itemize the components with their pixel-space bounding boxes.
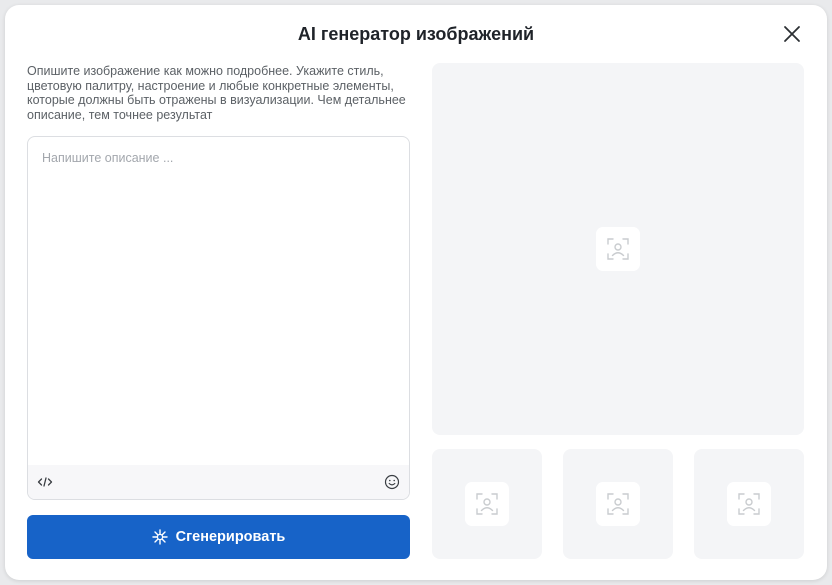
image-placeholder (465, 482, 509, 526)
emoji-button[interactable] (384, 474, 400, 490)
sparkle-icon (151, 529, 168, 545)
image-placeholder (727, 482, 771, 526)
dialog-title: AI генератор изображений (297, 24, 535, 44)
thumbnail-preview[interactable] (694, 449, 804, 559)
image-placeholder (596, 482, 640, 526)
prompt-instructions: Опишите изображение как можно подробнее.… (27, 64, 406, 122)
code-button[interactable] (37, 475, 53, 489)
code-icon (37, 477, 53, 487)
image-placeholder-icon (607, 238, 629, 260)
prompt-toolbar (28, 465, 409, 499)
emoji-icon (384, 474, 400, 490)
prompt-editor (27, 136, 410, 500)
image-placeholder (596, 227, 640, 271)
image-placeholder-icon (607, 493, 629, 515)
close-icon (784, 26, 800, 42)
image-placeholder-icon (476, 493, 498, 515)
thumbnail-preview[interactable] (432, 449, 542, 559)
image-placeholder-icon (738, 493, 760, 515)
generate-button-label: Сгенерировать (175, 529, 286, 545)
thumbnail-preview[interactable] (563, 449, 673, 559)
main-image-preview (432, 63, 804, 435)
generate-button[interactable]: Сгенерировать (27, 515, 410, 559)
ai-image-generator-dialog: AI генератор изображений Опишите изображ… (5, 5, 827, 580)
prompt-input[interactable] (28, 137, 409, 465)
close-button[interactable] (781, 23, 803, 45)
